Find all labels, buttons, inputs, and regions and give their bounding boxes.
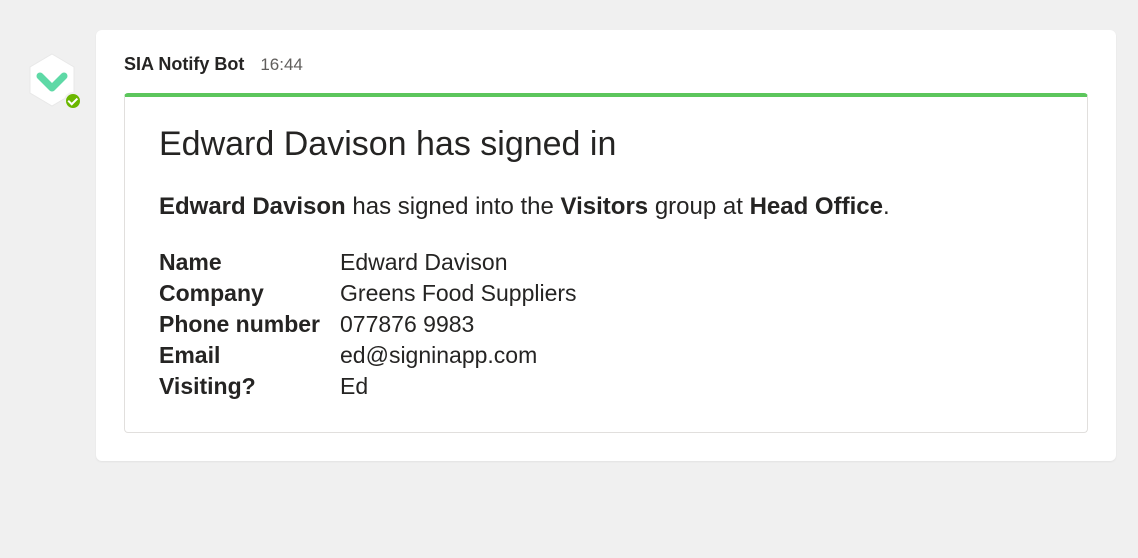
- message-body: SIA Notify Bot 16:44 Edward Davison has …: [96, 30, 1116, 461]
- message-header: SIA Notify Bot 16:44: [124, 54, 1088, 75]
- detail-row: Name Edward Davison: [159, 247, 577, 278]
- summary-person: Edward Davison: [159, 193, 346, 220]
- bot-name[interactable]: SIA Notify Bot: [124, 54, 244, 75]
- detail-value: 077876 9983: [340, 309, 577, 340]
- detail-label: Visiting?: [159, 371, 340, 402]
- detail-label: Name: [159, 247, 340, 278]
- card-summary: Edward Davison has signed into the Visit…: [159, 190, 1053, 225]
- detail-label: Company: [159, 278, 340, 309]
- message-timestamp: 16:44: [260, 55, 303, 75]
- chat-message: SIA Notify Bot 16:44 Edward Davison has …: [0, 0, 1138, 491]
- detail-value: Greens Food Suppliers: [340, 278, 577, 309]
- detail-row: Visiting? Ed: [159, 371, 577, 402]
- detail-value: Edward Davison: [340, 247, 577, 278]
- notification-card: Edward Davison has signed in Edward Davi…: [124, 93, 1088, 433]
- detail-label: Email: [159, 340, 340, 371]
- summary-site: Head Office: [750, 193, 883, 220]
- detail-row: Phone number 077876 9983: [159, 309, 577, 340]
- presence-available-icon: [64, 92, 82, 110]
- detail-row: Company Greens Food Suppliers: [159, 278, 577, 309]
- summary-group: Visitors: [561, 193, 649, 220]
- details-table: Name Edward Davison Company Greens Food …: [159, 247, 577, 402]
- detail-value: Ed: [340, 371, 577, 402]
- bot-avatar[interactable]: [24, 52, 80, 108]
- summary-text-2: group at: [648, 193, 749, 220]
- detail-value: ed@signinapp.com: [340, 340, 577, 371]
- detail-row: Email ed@signinapp.com: [159, 340, 577, 371]
- summary-text-3: .: [883, 193, 890, 220]
- detail-label: Phone number: [159, 309, 340, 340]
- summary-text-1: has signed into the: [346, 193, 561, 220]
- card-title: Edward Davison has signed in: [159, 125, 1053, 164]
